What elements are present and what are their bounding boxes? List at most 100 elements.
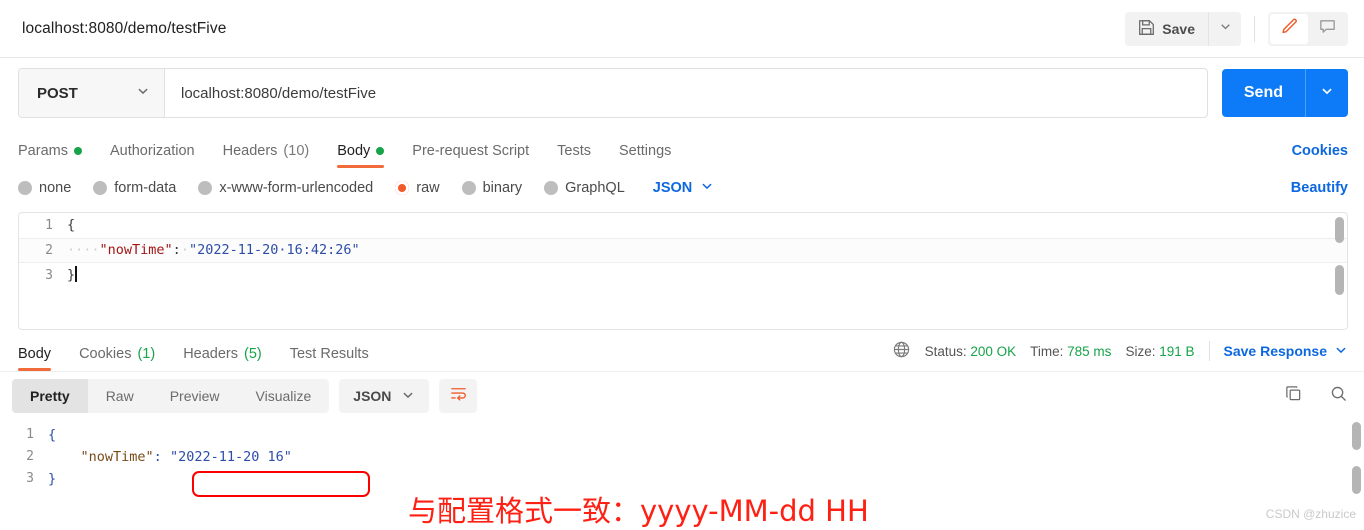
view-raw[interactable]: Raw (88, 379, 152, 413)
status-text: Status: 200 OK (925, 344, 1017, 359)
save-group: Save (1125, 11, 1241, 46)
body-type-x-www-form-urlencoded[interactable]: x-www-form-urlencoded (198, 180, 373, 196)
view-preview[interactable]: Preview (152, 379, 238, 413)
radio-label: form-data (114, 180, 177, 196)
comment-icon (1318, 17, 1337, 41)
body-type-binary[interactable]: binary (461, 180, 523, 196)
code-line: 2 ····"nowTime":·"2022-11-20·16:42:26" (19, 238, 1347, 263)
tab-count: (1) (137, 346, 156, 362)
code-token-value: "2022-11-20 16" (169, 449, 292, 465)
send-options-button[interactable] (1305, 69, 1348, 117)
view-visualize[interactable]: Visualize (238, 379, 330, 413)
scrollbar-thumb[interactable] (1352, 466, 1361, 494)
response-toolbar: Pretty Raw Preview Visualize JSON (0, 372, 1364, 420)
save-options-button[interactable] (1208, 11, 1241, 46)
top-bar-actions: Save (1125, 11, 1348, 46)
body-format-select[interactable]: JSON (653, 179, 715, 197)
edit-mode-button[interactable] (1270, 13, 1308, 44)
tab-count: (5) (244, 346, 262, 362)
word-wrap-button[interactable] (439, 379, 478, 413)
search-button[interactable] (1329, 384, 1348, 408)
url-input[interactable] (165, 69, 1207, 117)
code-line: 1 { (0, 424, 1364, 446)
tab-label: Pre-request Script (412, 143, 530, 159)
scrollbar-thumb[interactable] (1335, 265, 1344, 295)
beautify-link[interactable]: Beautify (1291, 180, 1348, 196)
tab-label: Body (18, 346, 52, 362)
code-token-brace: } (67, 267, 76, 283)
tab-pre-request-script[interactable]: Pre-request Script (412, 143, 529, 168)
send-group: Send (1221, 69, 1348, 117)
tab-headers[interactable]: Headers (10) (223, 143, 310, 168)
method-select-label: POST (37, 84, 78, 102)
postman-window: localhost:8080/demo/testFive Save POST l… (0, 0, 1364, 528)
code-token-indent: ···· (67, 242, 100, 258)
watermark: CSDN @zhuzice (1265, 507, 1356, 521)
radio-label: none (39, 180, 72, 196)
response-meta: Status: 200 OK Time: 785 ms Size: 191 B … (892, 340, 1348, 371)
radio-label: binary (482, 180, 523, 196)
request-body-editor[interactable]: 1 { 2 ····"nowTime":·"2022-11-20·16:42:2… (18, 212, 1348, 330)
body-type-none[interactable]: none (18, 180, 71, 196)
pencil-icon (1280, 17, 1299, 41)
scrollbar-thumb[interactable] (1352, 422, 1361, 450)
chevron-down-icon (401, 388, 415, 405)
response-format-select[interactable]: JSON (339, 379, 430, 413)
tab-params[interactable]: Params (18, 143, 82, 168)
save-button[interactable]: Save (1125, 11, 1208, 46)
save-response-label: Save Response (1223, 343, 1328, 359)
response-tab-headers[interactable]: Headers (5) (183, 346, 262, 371)
radio-icon (461, 181, 476, 195)
time-value: 785 ms (1067, 343, 1112, 359)
response-scrollbar[interactable] (1352, 422, 1361, 498)
tab-label: Params (18, 143, 68, 159)
editor-scrollbar[interactable] (1335, 217, 1344, 325)
copy-button[interactable] (1284, 384, 1303, 408)
scrollbar-thumb[interactable] (1335, 217, 1344, 243)
body-format-label: JSON (652, 180, 693, 196)
code-token-colon: : (172, 242, 181, 258)
top-bar: localhost:8080/demo/testFive Save (0, 0, 1364, 58)
code-token-brace: { (67, 217, 76, 233)
tab-count: (10) (283, 143, 310, 159)
radio-icon (198, 181, 213, 195)
tab-label: Authorization (109, 143, 195, 159)
body-type-graphql[interactable]: GraphQL (544, 180, 625, 196)
size-label: Size: (1125, 343, 1156, 359)
tab-tests[interactable]: Tests (557, 143, 591, 168)
url-field: POST (18, 68, 1208, 118)
response-format-label: JSON (353, 388, 392, 404)
tab-label: Headers (222, 143, 278, 159)
response-tab-body[interactable]: Body (18, 346, 52, 371)
cookies-link[interactable]: Cookies (1292, 143, 1348, 168)
radio-icon (544, 181, 559, 195)
response-toolbar-actions (1284, 384, 1348, 408)
comments-button[interactable] (1308, 14, 1346, 44)
tab-authorization[interactable]: Authorization (110, 143, 195, 168)
globe-icon (892, 340, 911, 362)
annotation-text: 与配置格式一致：yyyy-MM-dd HH (408, 494, 869, 528)
radio-label: GraphQL (565, 180, 625, 196)
view-mode-group (1268, 11, 1348, 46)
code-token-space: · (180, 242, 189, 258)
size-text: Size: 191 B (1125, 344, 1194, 359)
method-select[interactable]: POST (19, 69, 165, 117)
body-type-form-data[interactable]: form-data (93, 180, 176, 196)
tab-body[interactable]: Body (337, 143, 385, 168)
response-tab-cookies[interactable]: Cookies (1) (79, 346, 155, 371)
chevron-down-icon (1334, 343, 1348, 360)
save-response-button[interactable]: Save Response (1224, 343, 1349, 360)
tab-settings[interactable]: Settings (619, 143, 671, 168)
send-button[interactable]: Send (1222, 69, 1305, 117)
radio-icon (93, 181, 108, 195)
tab-label: Body (337, 143, 371, 159)
status-value: 200 OK (970, 343, 1017, 359)
view-pretty[interactable]: Pretty (12, 379, 88, 413)
response-header: Body Cookies (1) Headers (5) Test Result… (0, 330, 1364, 372)
response-tab-test-results[interactable]: Test Results (290, 346, 369, 371)
status-dot (376, 147, 385, 155)
tab-label: Tests (557, 143, 591, 159)
body-type-raw[interactable]: raw (395, 180, 440, 196)
radio-label: x-www-form-urlencoded (219, 180, 374, 196)
tab-label: Cookies (79, 346, 132, 362)
